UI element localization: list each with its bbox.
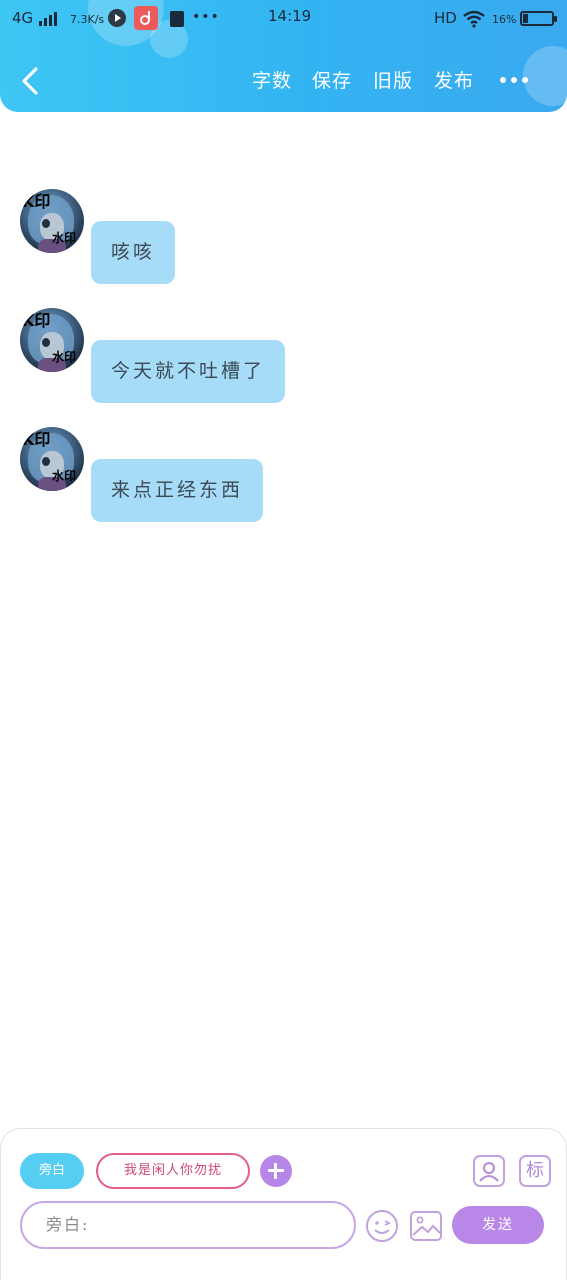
avatar[interactable]: K印 水印 (20, 427, 84, 491)
message-bubble[interactable]: 咳咳 (91, 221, 176, 284)
network-speed: 7.3K/s (70, 13, 105, 26)
emoji-icon[interactable] (365, 1209, 399, 1243)
role-chip[interactable]: 我是闲人你勿扰 (96, 1153, 250, 1189)
avatar-watermark: 水印 (52, 469, 77, 483)
status-bar: 4G 7.3K/s ••• 14:19 HD 16% (0, 0, 567, 36)
back-arrow-icon (22, 67, 38, 95)
notification-icon (170, 11, 184, 27)
contact-card-icon[interactable] (473, 1155, 505, 1187)
more-notifications: ••• (192, 9, 220, 25)
publish-button[interactable]: 发布 (434, 66, 474, 93)
message-item: K印 水印 来点正经东西 (20, 427, 540, 523)
more-dots-icon[interactable] (498, 70, 532, 90)
signal-icon (39, 12, 59, 26)
message-item: K印 水印 咳咳 (20, 189, 540, 285)
word-count-button[interactable]: 字数 (252, 66, 292, 93)
wifi-icon (463, 10, 485, 28)
old-version-button[interactable]: 旧版 (373, 66, 413, 93)
clock: 14:19 (268, 7, 312, 25)
narrator-chip[interactable]: 旁白 (20, 1153, 84, 1189)
plus-icon[interactable] (260, 1155, 292, 1187)
avatar-watermark: 水印 (52, 350, 77, 364)
message-input[interactable]: 旁白: (20, 1201, 356, 1249)
message-bubble[interactable]: 今天就不吐槽了 (91, 340, 286, 403)
battery-icon (520, 11, 557, 26)
image-icon[interactable] (409, 1209, 443, 1243)
battery-percent: 16% (492, 13, 517, 26)
avatar[interactable]: K印 水印 (20, 189, 84, 253)
avatar-watermark: K印 (22, 430, 51, 449)
play-app-icon (108, 9, 126, 27)
hd-indicator: HD (434, 9, 457, 27)
back-button[interactable] (16, 64, 46, 98)
top-bar: 4G 7.3K/s ••• 14:19 HD 16% 字数 保存 旧版 发布 (0, 0, 567, 112)
send-button[interactable]: 发送 (452, 1206, 544, 1244)
message-bubble[interactable]: 来点正经东西 (91, 459, 264, 522)
avatar-watermark: K印 (22, 311, 51, 330)
save-button[interactable]: 保存 (312, 66, 352, 93)
avatar[interactable]: K印 水印 (20, 308, 84, 372)
avatar-watermark: K印 (22, 192, 51, 211)
music-app-icon (134, 6, 158, 30)
avatar-watermark: 水印 (52, 231, 77, 245)
tag-icon[interactable]: 标 (519, 1155, 551, 1187)
network-type: 4G (12, 9, 34, 27)
message-item: K印 水印 今天就不吐槽了 (20, 308, 540, 404)
